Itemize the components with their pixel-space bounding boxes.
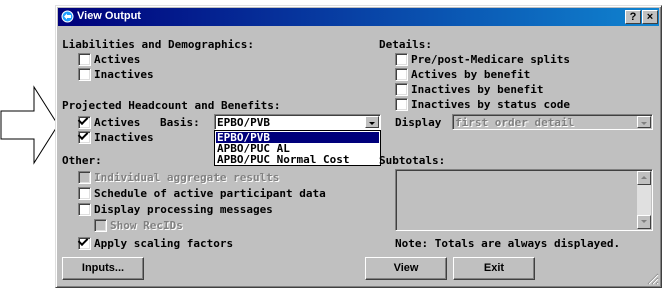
scaling-label[interactable]: Apply scaling factors	[94, 237, 233, 250]
detail-checkbox[interactable]	[395, 98, 408, 111]
projected-actives-checkbox[interactable]	[77, 114, 91, 129]
inputs-button[interactable]: Inputs...	[62, 257, 144, 280]
subtotals-scrollbar[interactable]	[637, 171, 651, 229]
view-button[interactable]: View	[365, 257, 447, 280]
liabilities-heading: Liabilities and Demographics:	[62, 38, 255, 51]
scroll-up-button[interactable]	[637, 171, 651, 185]
projected-inactives-checkbox[interactable]	[77, 129, 91, 144]
detail-label[interactable]: Inactives by benefit	[411, 83, 543, 96]
exit-button[interactable]: Exit	[453, 257, 535, 280]
display-value: first order detail	[455, 116, 575, 129]
projected-heading: Projected Headcount and Benefits:	[62, 99, 281, 112]
scaling-checkbox[interactable]	[77, 235, 91, 250]
individual-aggregate-checkbox[interactable]	[78, 171, 91, 184]
resize-grip-icon[interactable]	[647, 273, 659, 285]
view-output-dialog: View Output ? × Liabilities and Demograp…	[55, 5, 662, 288]
other-heading: Other:	[62, 154, 102, 167]
pointer-arrow-icon	[0, 85, 59, 165]
individual-aggregate-label: Individual aggregate results	[94, 171, 280, 184]
help-button[interactable]: ?	[625, 10, 641, 24]
detail-label[interactable]: Inactives by status code	[411, 98, 570, 111]
basis-value: EPBO/PVB	[217, 116, 270, 129]
display-dropdown[interactable]: first order detail	[452, 114, 653, 130]
display-label: Display	[395, 116, 442, 129]
basis-dropdown[interactable]: EPBO/PVB	[214, 114, 381, 130]
show-recids-checkbox[interactable]	[94, 219, 107, 232]
basis-option[interactable]: APBO/PUC Normal Cost	[216, 154, 379, 165]
inputs-button-label: Inputs...	[81, 262, 125, 274]
processing-messages-checkbox[interactable]	[78, 203, 91, 216]
detail-checkbox[interactable]	[395, 68, 408, 81]
basis-label: Basis:	[160, 116, 200, 129]
detail-checkbox[interactable]	[395, 53, 408, 66]
basis-dropdown-button[interactable]	[365, 116, 379, 128]
liabilities-inactives-checkbox[interactable]	[78, 68, 91, 81]
processing-messages-label[interactable]: Display processing messages	[94, 203, 273, 216]
detail-checkbox[interactable]	[395, 83, 408, 96]
chevron-down-icon	[641, 122, 647, 125]
chevron-down-icon	[369, 122, 375, 125]
view-button-label: View	[393, 262, 419, 274]
liabilities-inactives-label[interactable]: Inactives	[94, 68, 154, 81]
arrow-down-icon	[641, 220, 647, 223]
scroll-down-button[interactable]	[637, 215, 651, 229]
schedule-checkbox[interactable]	[78, 187, 91, 200]
subtotals-list[interactable]	[395, 169, 653, 231]
liabilities-actives-label[interactable]: Actives	[94, 53, 140, 66]
arrow-up-icon	[641, 176, 647, 179]
show-recids-label: Show RecIDs	[110, 219, 183, 232]
subtotals-heading: Subtotals:	[379, 154, 446, 167]
check-mark-icon	[77, 235, 89, 246]
check-mark-icon	[77, 114, 89, 125]
app-icon	[61, 10, 74, 23]
exit-button-label: Exit	[483, 262, 505, 274]
liabilities-actives-checkbox[interactable]	[78, 53, 91, 66]
detail-label[interactable]: Pre/post-Medicare splits	[411, 53, 570, 66]
projected-inactives-label[interactable]: Inactives	[94, 131, 154, 144]
projected-actives-label[interactable]: Actives	[94, 116, 140, 129]
check-mark-icon	[77, 129, 89, 140]
close-button[interactable]: ×	[642, 10, 658, 24]
details-heading: Details:	[379, 38, 432, 51]
window-title: View Output	[77, 10, 141, 22]
title-bar: View Output ? ×	[58, 8, 659, 26]
detail-label[interactable]: Actives by benefit	[411, 68, 530, 81]
totals-note: Note: Totals are always displayed.	[395, 237, 621, 250]
schedule-label[interactable]: Schedule of active participant data	[94, 187, 326, 200]
basis-options-list: EPBO/PVB APBO/PUC AL APBO/PUC Normal Cos…	[214, 130, 381, 166]
display-dropdown-button[interactable]	[637, 116, 651, 128]
